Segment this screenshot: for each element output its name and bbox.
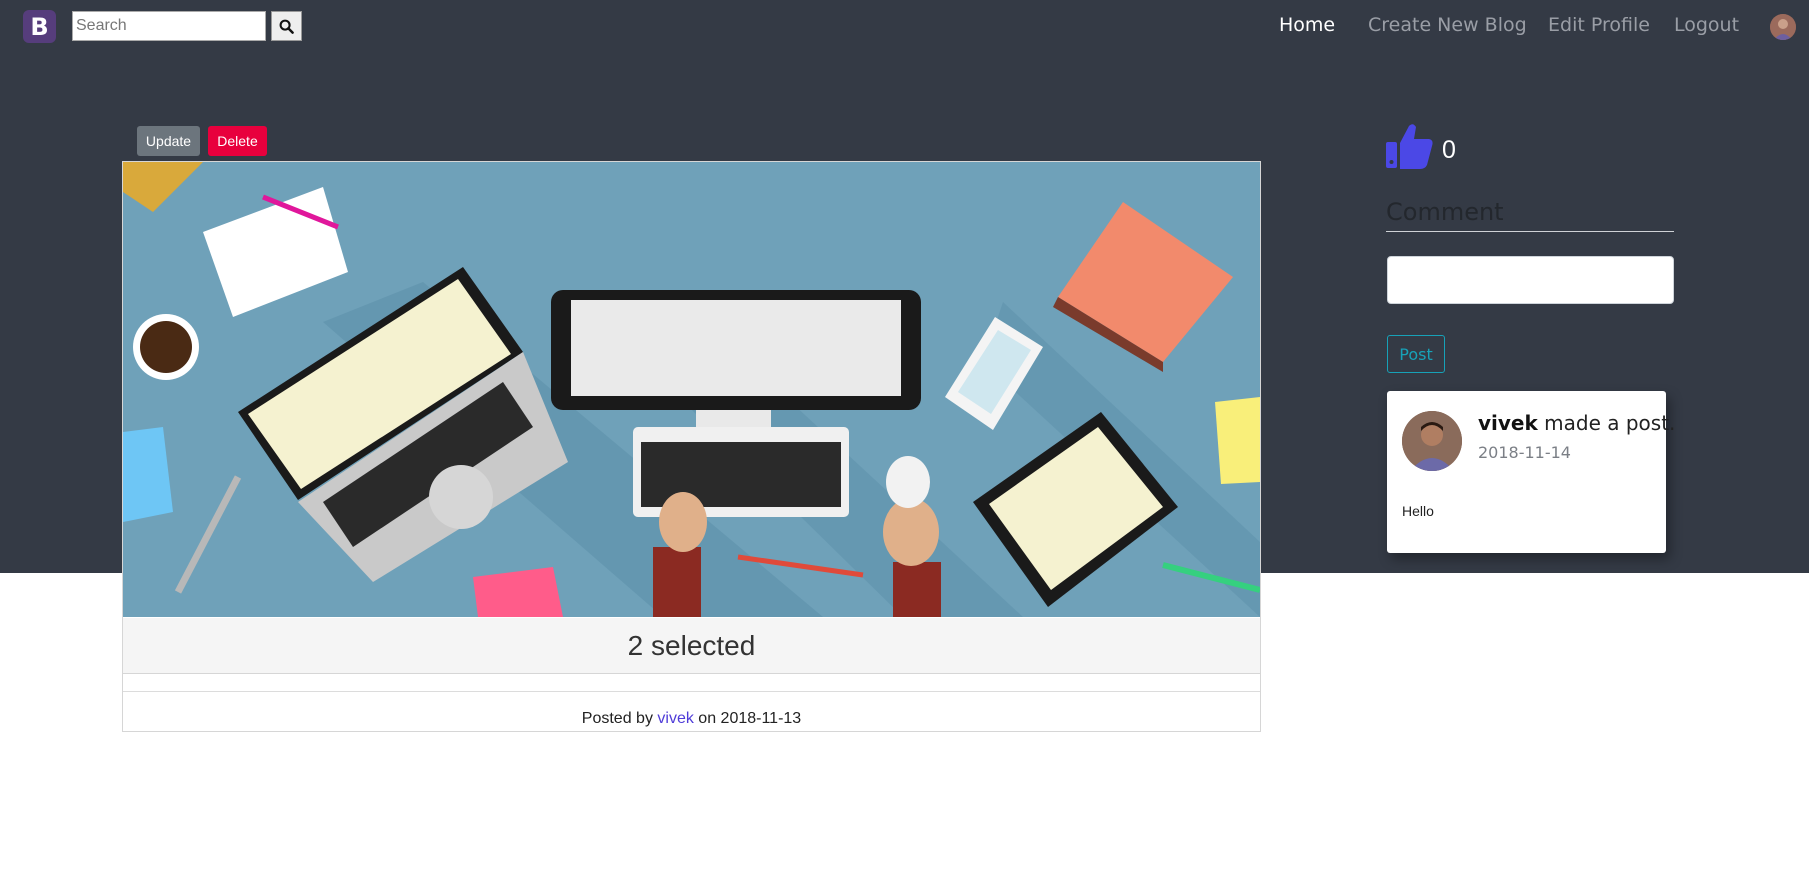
user-avatar[interactable] [1770, 14, 1796, 40]
post-title: 2 selected [123, 618, 1260, 674]
post-meta: Posted by vivek on 2018-11-13 [123, 710, 1260, 730]
avatar-image [1770, 14, 1796, 40]
nav-create-new-blog[interactable]: Create New Blog [1368, 14, 1527, 38]
search-input[interactable] [72, 11, 266, 41]
activity-user[interactable]: vivek [1478, 411, 1538, 435]
comment-heading: Comment [1386, 198, 1674, 232]
nav-logout[interactable]: Logout [1674, 14, 1739, 38]
posted-on-label: on [698, 710, 717, 727]
post-card: 2 selected Posted by vivek on 2018-11-13 [122, 161, 1261, 732]
post-cover-image [123, 162, 1260, 617]
search-button[interactable] [271, 11, 302, 41]
activity-avatar [1402, 411, 1462, 471]
activity-action: made a post. [1544, 411, 1676, 435]
avatar-image [1402, 411, 1462, 471]
nav-edit-profile[interactable]: Edit Profile [1548, 14, 1650, 38]
post-date: 2018-11-13 [720, 710, 802, 727]
like-count: 0 [1442, 136, 1456, 164]
posted-by-label: Posted by [581, 710, 653, 727]
activity-text: Hello [1402, 503, 1434, 519]
activity-date: 2018-11-14 [1478, 443, 1571, 462]
card-divider [123, 691, 1260, 692]
nav-home[interactable]: Home [1279, 14, 1335, 38]
activity-headline: vivek made a post. [1478, 411, 1675, 435]
activity-card: vivek made a post. 2018-11-14 Hello [1387, 391, 1675, 553]
like-button[interactable] [1385, 122, 1435, 170]
delete-button[interactable]: Delete [208, 126, 267, 156]
comment-input[interactable] [1387, 256, 1674, 304]
brand-logo[interactable]: B [23, 10, 56, 43]
search-icon [279, 19, 294, 34]
thumbs-up-icon [1386, 124, 1433, 169]
brand-logo-letter: B [30, 12, 49, 41]
post-comment-button[interactable]: Post [1387, 335, 1445, 373]
update-button[interactable]: Update [137, 126, 200, 156]
post-author-link[interactable]: vivek [657, 710, 693, 727]
